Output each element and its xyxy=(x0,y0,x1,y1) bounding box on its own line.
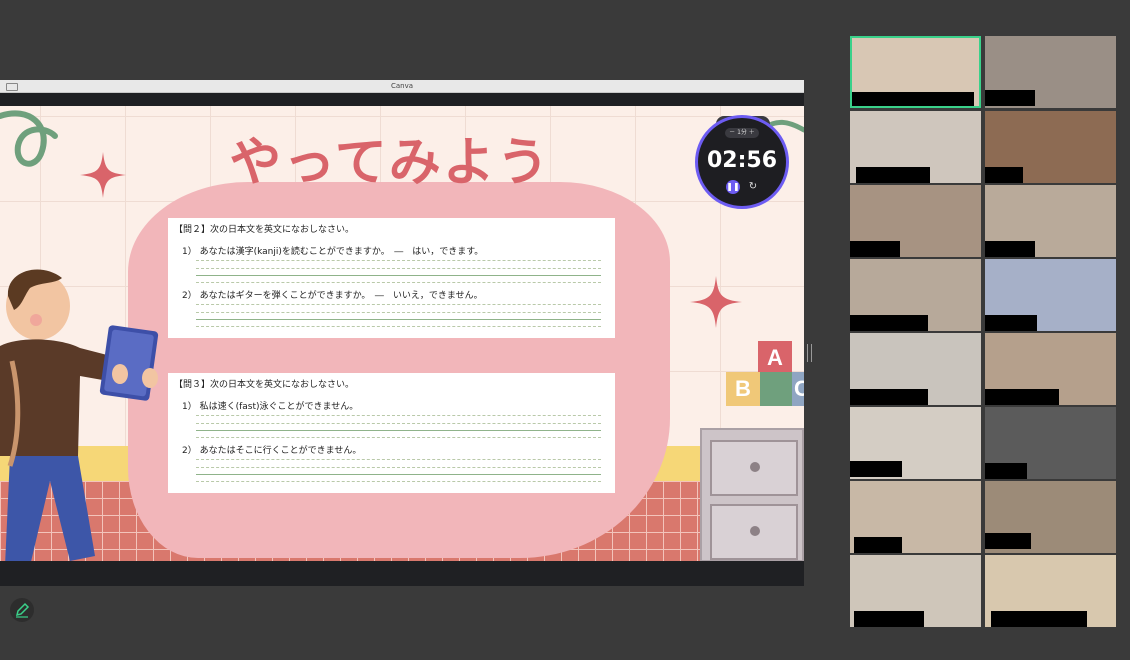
participant-video[interactable] xyxy=(985,481,1116,553)
question-card-2: 【問２】次の日本文を英文になおしなさい。 1） あなたは漢字(kanji)を読む… xyxy=(168,218,615,338)
countdown-timer: － 1分 ＋ 02:56 ❚❚ ↻ xyxy=(695,115,789,209)
question-item: 2） あなたはそこに行くことができません。 xyxy=(182,446,362,456)
pen-icon[interactable] xyxy=(10,598,34,622)
window-title: Canva xyxy=(390,82,414,90)
question-item: 1） あなたは漢字(kanji)を読むことができますか。 ― はい，できます。 xyxy=(182,247,484,257)
sparkle-icon xyxy=(80,152,126,198)
participant-video[interactable] xyxy=(850,481,981,553)
participant-video[interactable] xyxy=(985,111,1116,183)
block-b: B xyxy=(726,372,760,406)
window-titlebar: Canva xyxy=(0,80,804,93)
participant-video[interactable] xyxy=(985,259,1116,331)
participant-video[interactable] xyxy=(850,407,981,479)
participant-video[interactable] xyxy=(850,555,981,627)
block-green xyxy=(760,372,794,406)
timer-display: 02:56 xyxy=(706,148,778,173)
squiggle-decoration xyxy=(0,110,58,167)
block-c: C xyxy=(792,372,804,406)
participant-gallery xyxy=(850,36,1116,630)
question-heading: 【問２】次の日本文を英文になおしなさい。 xyxy=(174,225,355,235)
participant-video[interactable] xyxy=(985,407,1116,479)
participant-video[interactable] xyxy=(985,333,1116,405)
participant-video[interactable] xyxy=(985,555,1116,627)
question-card-3: 【問３】次の日本文を英文になおしなさい。 1） 私は速く(fast)泳ぐことがで… xyxy=(168,373,615,493)
pause-icon[interactable]: ❚❚ xyxy=(726,180,740,194)
slide-title: やってみよう xyxy=(229,133,551,193)
participant-video[interactable] xyxy=(850,259,981,331)
participant-video[interactable] xyxy=(985,185,1116,257)
shared-screen: Canva やってみよう 【問２】次の日本文を英文になおしなさい。 1） あなた… xyxy=(0,80,804,586)
slide-canvas: やってみよう 【問２】次の日本文を英文になおしなさい。 1） あなたは漢字(ka… xyxy=(0,106,804,561)
boy-illustration xyxy=(0,269,159,561)
participant-video[interactable] xyxy=(850,333,981,405)
sparkle-icon xyxy=(690,276,742,328)
question-item: 2） あなたはギターを弾くことができますか。 ― いいえ，できません。 xyxy=(182,291,483,301)
resize-handle[interactable] xyxy=(807,344,812,362)
participant-video[interactable] xyxy=(850,185,981,257)
cabinet-illustration xyxy=(700,428,804,561)
question-item: 1） 私は速く(fast)泳ぐことができません。 xyxy=(182,402,359,412)
block-a: A xyxy=(758,341,792,375)
participant-video[interactable] xyxy=(850,36,981,108)
reset-icon[interactable]: ↻ xyxy=(746,180,760,194)
question-heading: 【問３】次の日本文を英文になおしなさい。 xyxy=(174,380,355,390)
participant-video[interactable] xyxy=(850,111,981,183)
timer-adjust[interactable]: － 1分 ＋ xyxy=(725,128,759,138)
participant-video[interactable] xyxy=(985,36,1116,108)
